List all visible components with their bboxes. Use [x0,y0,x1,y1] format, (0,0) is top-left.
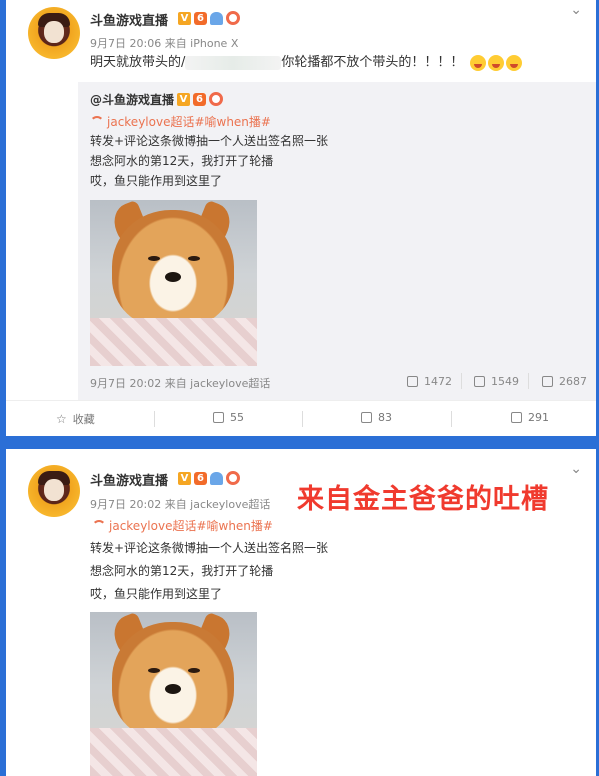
like-icon [542,376,553,387]
level-icon[interactable]: 6 [194,11,207,25]
author-name[interactable]: 斗鱼游戏直播 [90,10,168,29]
repost-meta: 9月7日 20:02 来自 jackeylove超话 [90,377,271,390]
comment-icon [474,376,485,387]
ring-icon[interactable] [226,471,240,485]
dog-photo[interactable] [90,612,257,776]
crying-emoji-icon [469,54,486,71]
action-bar: ☆ 收藏 55 83 291 [6,400,596,437]
topic-text[interactable]: jackeylove超话#喻when播# [107,115,271,129]
comment-button[interactable]: 83 [361,411,392,424]
topic-icon [90,115,104,130]
like-icon [511,412,522,423]
crying-emoji-icon [487,54,504,71]
repost-icon [407,376,418,387]
star-icon: ☆ [56,412,67,426]
author-badges: V 6 [178,11,240,25]
reposted-content[interactable]: @斗鱼游戏直播 V 6 jackeylove超话#喻when播# 转发+评论这条… [78,82,596,400]
vip-v-icon[interactable]: V [178,471,191,485]
vip-v-icon[interactable]: V [177,92,190,106]
repost-count[interactable]: 1472 [407,375,452,388]
topic-icon [92,519,106,534]
post-text-before: 明天就放带头的/ [90,55,186,70]
topic-link[interactable]: jackeylove超话#喻when播# [92,517,273,534]
level-icon[interactable]: 6 [194,471,207,485]
post-line-1: 转发+评论这条微博抽一个人送出签名照一张 [90,541,329,555]
post-line-3: 哎，鱼只能作用到这里了 [90,587,223,601]
post-meta: 9月7日 20:06 来自 iPhone X [90,37,239,50]
repost-count-value: 1472 [424,375,452,388]
favorite-button[interactable]: ☆ 收藏 [56,411,95,427]
repost-action-count: 55 [230,411,244,424]
favorite-label: 收藏 [72,413,95,426]
post-text-after: 你轮播都不放个带头的！！！！ [281,55,464,70]
comment-count-value: 1549 [491,375,519,388]
like-button[interactable]: 291 [511,411,549,424]
user-icon[interactable] [210,471,223,485]
comment-count[interactable]: 1549 [474,375,519,388]
repost-button[interactable]: 55 [213,411,244,424]
like-count[interactable]: 2687 [542,375,587,388]
comment-icon [361,412,372,423]
user-icon[interactable] [210,11,223,25]
chevron-down-icon[interactable]: ⌄ [570,2,582,18]
post-meta: 9月7日 20:02 来自 jackeylove超话 [90,498,271,511]
avatar[interactable] [28,465,80,517]
level-icon[interactable]: 6 [193,92,206,106]
post-text: 明天就放带头的/你轮播都不放个带头的！！！！ [90,53,522,72]
dog-photo[interactable] [90,200,257,366]
annotation-text: 来自金主爸爸的吐槽 [297,484,549,515]
repost-badges: V 6 [177,92,223,106]
ring-icon[interactable] [226,11,240,25]
avatar[interactable] [28,7,80,59]
post-line-2: 想念阿水的第12天，我打开了轮播 [90,564,274,578]
chevron-down-icon[interactable]: ⌄ [570,461,582,477]
crying-emoji-icon [505,54,522,71]
repost-line-2: 想念阿水的第12天，我打开了轮播 [90,154,274,168]
like-count-value: 2687 [559,375,587,388]
redacted-mention [185,55,282,70]
ring-icon[interactable] [209,92,223,106]
like-action-count: 291 [528,411,549,424]
comment-action-count: 83 [378,411,392,424]
repost-line-1: 转发+评论这条微博抽一个人送出签名照一张 [90,134,329,148]
weibo-post-card: 斗鱼游戏直播 V 6 ⌄ 9月7日 20:06 来自 iPhone X 明天就放… [6,0,596,436]
vip-v-icon[interactable]: V [178,11,191,25]
repost-icon [213,412,224,423]
repost-author[interactable]: @斗鱼游戏直播 [90,91,174,108]
topic-text[interactable]: jackeylove超话#喻when播# [109,519,273,533]
author-name[interactable]: 斗鱼游戏直播 [90,470,168,489]
topic-link[interactable]: jackeylove超话#喻when播# [90,113,271,130]
repost-line-3: 哎，鱼只能作用到这里了 [90,174,223,188]
author-badges: V 6 [178,471,240,485]
